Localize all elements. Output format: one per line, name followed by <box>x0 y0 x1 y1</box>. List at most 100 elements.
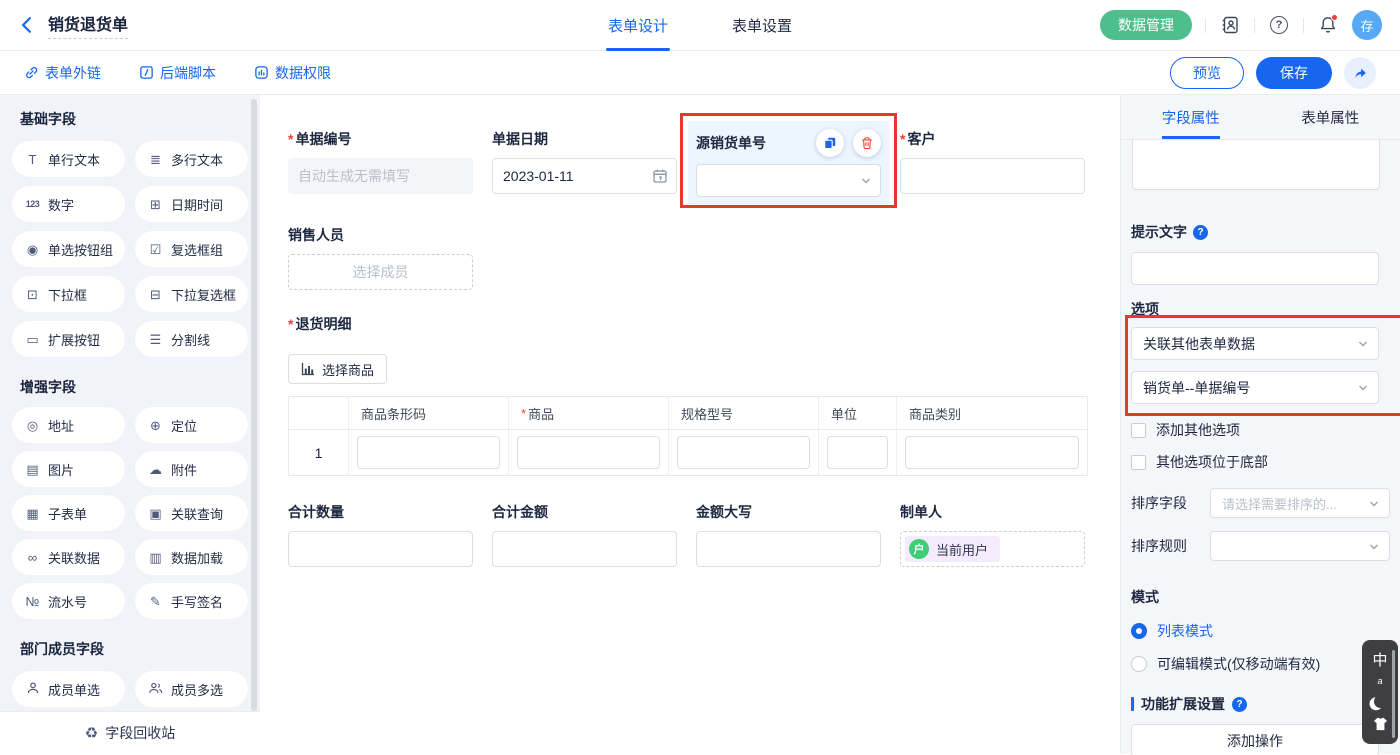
option-source-select[interactable]: 关联其他表单数据 <box>1131 327 1379 360</box>
sidebar-item-member-multi[interactable]: 成员多选 <box>135 671 248 707</box>
properties-panel: 字段属性 表单属性 提示文字 ? 选项 关联其他表单数据 销货单--单据编号 添… <box>1120 95 1400 754</box>
field-total-qty[interactable]: 合计数量 <box>288 502 473 567</box>
product-cell-input[interactable] <box>517 436 660 469</box>
total-amount-input[interactable] <box>492 531 677 567</box>
contacts-button[interactable] <box>1219 14 1241 36</box>
copy-field-button[interactable] <box>816 129 844 157</box>
select-product-button[interactable]: 选择商品 <box>288 354 387 384</box>
sidebar-item-checkbox-group[interactable]: ☑复选框组 <box>135 231 248 267</box>
sidebar-item-dropdown[interactable]: ⊡下拉框 <box>12 276 125 312</box>
backend-script-link[interactable]: 后端脚本 <box>139 63 216 83</box>
sidebar-item-extend-button[interactable]: ▭扩展按钮 <box>12 321 125 357</box>
panel-scrolled-input[interactable] <box>1132 140 1380 190</box>
sidebar-item-multi-dropdown[interactable]: ⊟下拉复选框 <box>135 276 248 312</box>
item-label: 成员单选 <box>48 680 100 699</box>
field-doc-no[interactable]: *单据编号 <box>288 129 473 197</box>
field-return-detail[interactable]: *退货明细 选择商品 商品条形码 *商品 规格型号 单位 商品类别 1 <box>288 314 1092 476</box>
sidebar-item-subform[interactable]: ▦子表单 <box>12 495 125 531</box>
category-cell-input[interactable] <box>905 436 1079 469</box>
sidebar-scrollbar[interactable] <box>251 99 257 711</box>
sidebar-item-radio-group[interactable]: ◉单选按钮组 <box>12 231 125 267</box>
back-button[interactable] <box>18 14 40 36</box>
share-button[interactable] <box>1344 57 1376 89</box>
notifications-button[interactable] <box>1317 14 1339 36</box>
divider <box>1303 18 1304 33</box>
field-doc-date[interactable]: 单据日期 <box>492 129 677 197</box>
save-button[interactable]: 保存 <box>1256 57 1332 89</box>
dark-mode-button[interactable] <box>1374 695 1387 708</box>
field-label: 单据日期 <box>492 129 677 149</box>
sidebar-item-divider[interactable]: ☰分割线 <box>135 321 248 357</box>
item-label: 关联数据 <box>48 548 100 567</box>
item-label: 日期时间 <box>171 195 223 214</box>
creator-picker[interactable]: 户 当前用户 <box>900 531 1085 567</box>
chevron-down-icon <box>1357 382 1369 394</box>
unit-cell-input[interactable] <box>827 436 888 469</box>
customer-input[interactable] <box>900 158 1085 194</box>
checkbox-add-other-option[interactable]: 添加其他选项 <box>1131 420 1390 440</box>
mode-radio-editable[interactable]: 可编辑模式(仅移动端有效) <box>1131 654 1390 674</box>
checkbox-other-option-bottom[interactable]: 其他选项位于底部 <box>1131 452 1390 472</box>
sort-rule-select[interactable] <box>1210 531 1390 561</box>
mode-radio-list[interactable]: 列表模式 <box>1131 621 1390 641</box>
sidebar-item-multi-line-text[interactable]: ≣多行文本 <box>135 141 248 177</box>
tab-form-settings[interactable]: 表单设置 <box>732 0 792 51</box>
sidebar-item-single-line-text[interactable]: T单行文本 <box>12 141 125 177</box>
back-icon <box>18 16 36 34</box>
doc-date-input[interactable] <box>492 158 677 194</box>
tab-form-properties[interactable]: 表单属性 <box>1261 95 1400 139</box>
sidebar-item-address[interactable]: ◎地址 <box>12 407 125 443</box>
source-order-select[interactable] <box>696 164 881 197</box>
field-customer[interactable]: *客户 <box>900 129 1085 197</box>
sidebar-item-member-single[interactable]: 成员单选 <box>12 671 125 707</box>
sidebar-item-location[interactable]: ⊕定位 <box>135 407 248 443</box>
add-action-button[interactable]: 添加操作 <box>1131 724 1379 755</box>
field-label: 合计数量 <box>288 502 473 522</box>
tab-field-properties[interactable]: 字段属性 <box>1121 95 1261 139</box>
page-scrollbar[interactable] <box>1392 650 1395 738</box>
field-source-order[interactable]: 源销货单号 <box>696 129 881 197</box>
preview-button[interactable]: 预览 <box>1170 57 1244 89</box>
spec-cell-input[interactable] <box>677 436 810 469</box>
sort-field-select[interactable]: 请选择需要排序的... <box>1210 488 1390 518</box>
checkbox-icon <box>1131 423 1146 438</box>
hint-help-icon[interactable]: ? <box>1193 225 1208 240</box>
barcode-cell-input[interactable] <box>357 436 500 469</box>
form-external-link[interactable]: 表单外链 <box>24 63 101 83</box>
sidebar-item-linked-data[interactable]: ∞关联数据 <box>12 539 125 575</box>
hint-text-input[interactable] <box>1131 252 1379 285</box>
field-recycle-bin[interactable]: ♻ 字段回收站 <box>0 712 260 754</box>
tab-form-design[interactable]: 表单设计 <box>608 0 668 51</box>
sidebar-item-signature[interactable]: ✎手写签名 <box>135 583 248 619</box>
amount-words-input[interactable] <box>696 531 881 567</box>
translate-button[interactable]: 中 <box>1372 653 1387 668</box>
delete-field-button[interactable] <box>853 129 881 157</box>
avatar[interactable]: 存 <box>1352 10 1382 40</box>
extension-help-icon[interactable]: ? <box>1232 697 1247 712</box>
linked-query-icon: ▣ <box>147 507 164 520</box>
sidebar-item-linked-query[interactable]: ▣关联查询 <box>135 495 248 531</box>
sidebar-item-number[interactable]: 123数字 <box>12 186 125 222</box>
theme-button[interactable] <box>1373 717 1388 731</box>
locate-icon: ⊕ <box>147 419 164 432</box>
permission-icon <box>254 65 269 80</box>
sidebar-item-attachment[interactable]: ☁附件 <box>135 451 248 487</box>
sidebar-item-serial-number[interactable]: №流水号 <box>12 583 125 619</box>
field-amount-words[interactable]: 金额大写 <box>696 502 881 567</box>
page-title[interactable]: 销货退货单 <box>48 11 128 39</box>
total-qty-input[interactable] <box>288 531 473 567</box>
field-label: 销售人员 <box>288 225 473 245</box>
sidebar-item-data-load[interactable]: ▥数据加载 <box>135 539 248 575</box>
sidebar-item-datetime[interactable]: ⊞日期时间 <box>135 186 248 222</box>
translate-sub-icon[interactable]: a <box>1377 677 1382 686</box>
sidebar-item-image[interactable]: ▤图片 <box>12 451 125 487</box>
option-field-select[interactable]: 销货单--单据编号 <box>1131 371 1379 404</box>
help-button[interactable]: ? <box>1268 14 1290 36</box>
field-salesperson[interactable]: 销售人员 选择成员 <box>288 225 473 290</box>
data-manage-button[interactable]: 数据管理 <box>1100 10 1192 40</box>
doc-no-input[interactable] <box>288 158 473 194</box>
field-creator[interactable]: 制单人 户 当前用户 <box>900 502 1085 567</box>
field-total-amount[interactable]: 合计金额 <box>492 502 677 567</box>
salesperson-picker[interactable]: 选择成员 <box>288 254 473 290</box>
data-permission-link[interactable]: 数据权限 <box>254 63 331 83</box>
